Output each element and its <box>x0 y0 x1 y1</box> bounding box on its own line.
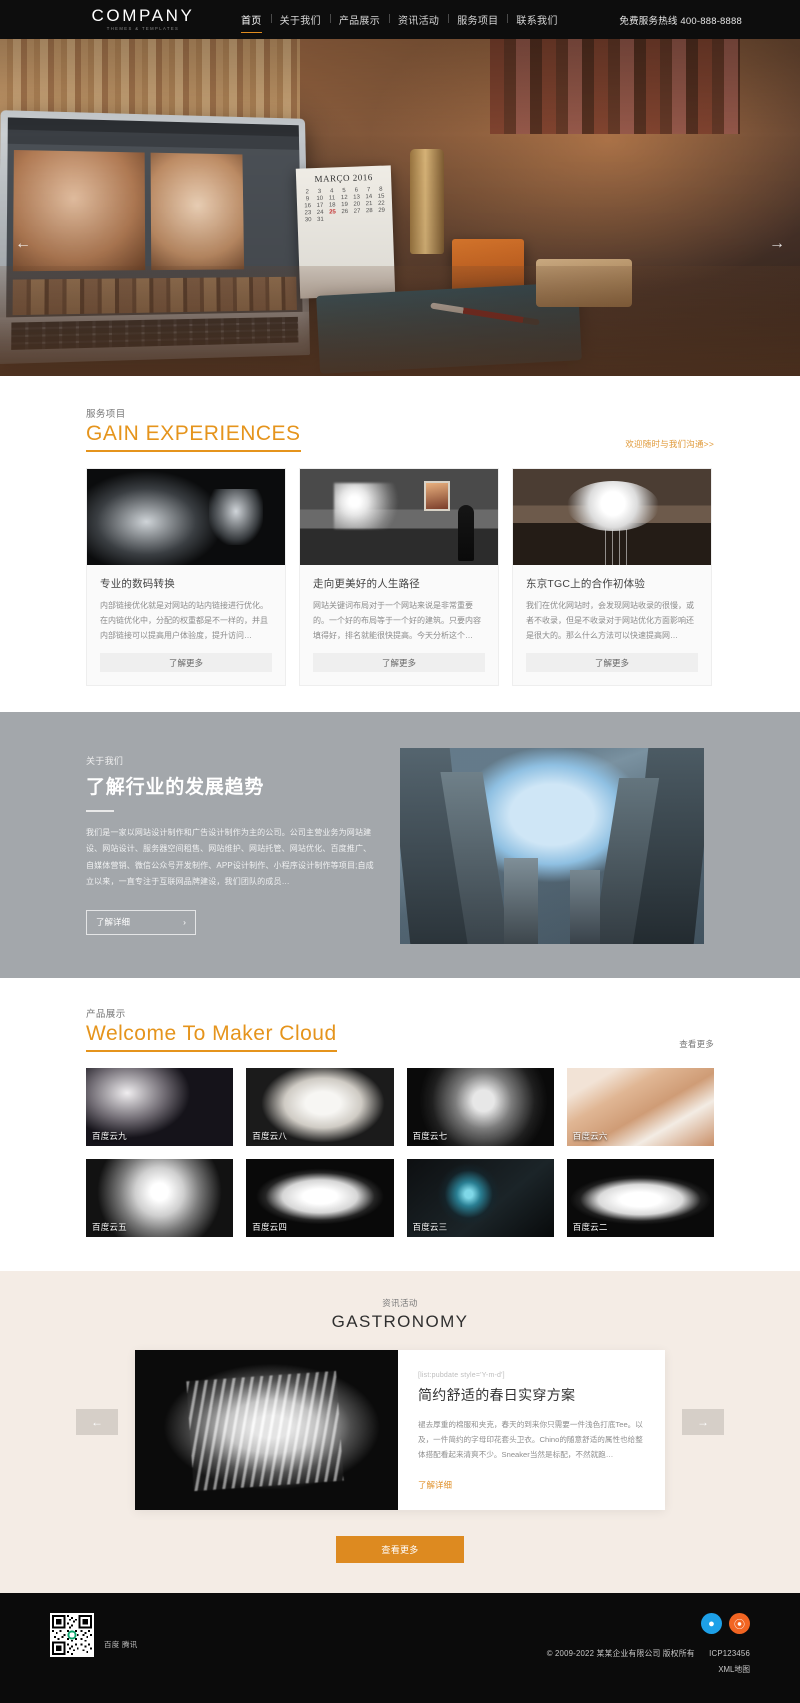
copyright-text: © 2009-2022 某某企业有限公司 版权所有 ICP123456 <box>547 1648 750 1659</box>
news-card-title: 简约舒适的春日实穿方案 <box>418 1387 576 1403</box>
product-label: 百度云四 <box>252 1222 288 1232</box>
product-label: 百度云九 <box>92 1131 127 1141</box>
service-card[interactable]: 东京TGC上的合作初体验 我们在优化网站时，会发现网站收录的很慢，或者不收录，但… <box>512 468 712 686</box>
about-detail-button[interactable]: 了解详细 › <box>86 909 196 935</box>
services-title: GAIN EXPERIENCES <box>86 422 301 452</box>
products-kicker: 产品展示 <box>86 1009 126 1020</box>
services-header: 服务项目 GAIN EXPERIENCES 欢迎随时与我们沟通>> <box>86 406 714 452</box>
service-card[interactable]: 专业的数码转换 内部链接优化就是对网站的站内链接进行优化。在内链优化中，分配的权… <box>86 468 286 686</box>
service-card-desc: 网站关键词布局对于一个网站来说是非常重要的。一个好的布局等于一个好的建筑。只要内… <box>313 601 481 640</box>
hero-banner: MARÇO 2016 23456789101112131415161718192… <box>0 39 800 376</box>
weibo-icon[interactable]: ⦿ <box>729 1613 750 1634</box>
sitemap-link[interactable]: XML地图 <box>547 1664 750 1675</box>
news-carousel: ← [list:pubdate style='Y-m-d'] 简约舒适的春日实穿… <box>0 1350 800 1510</box>
news-next-arrow-icon[interactable]: → <box>682 1409 724 1435</box>
product-item[interactable]: 百度云九 <box>86 1068 234 1146</box>
service-card-title: 东京TGC上的合作初体验 <box>526 578 646 590</box>
hero-overlay <box>0 39 800 376</box>
nav-item-contact[interactable]: 联系我们 <box>507 12 566 27</box>
about-section: 关于我们 了解行业的发展趋势 我们是一家以网站设计制作和广告设计制作为主的公司。… <box>0 712 800 978</box>
services-card-list: 专业的数码转换 内部链接优化就是对网站的站内链接进行优化。在内链优化中，分配的权… <box>86 468 714 686</box>
service-card-button[interactable]: 了解更多 <box>526 653 698 672</box>
service-card-button[interactable]: 了解更多 <box>100 653 272 672</box>
nav-item-home[interactable]: 首页 <box>232 12 271 33</box>
copyright-label: © 2009-2022 某某企业有限公司 版权所有 <box>546 1649 695 1658</box>
chevron-right-icon: › <box>183 917 186 928</box>
site-logo[interactable]: COMPANY THEMES & TEMPLATES <box>84 7 202 31</box>
services-more-link[interactable]: 欢迎随时与我们沟通>> <box>625 438 714 450</box>
hero-prev-arrow-icon[interactable]: ← <box>10 235 36 253</box>
service-card-button[interactable]: 了解更多 <box>313 653 485 672</box>
logo-subtitle: THEMES & TEMPLATES <box>106 26 180 32</box>
icp-number[interactable]: ICP123456 <box>709 1649 750 1658</box>
service-card-image <box>300 469 498 565</box>
nav-item-about[interactable]: 关于我们 <box>270 12 330 27</box>
news-section: 资讯活动 GASTRONOMY ← [list:pubdate style='Y… <box>0 1271 800 1593</box>
product-item[interactable]: 百度云六 <box>566 1068 714 1146</box>
product-item[interactable]: 百度云四 <box>246 1159 394 1237</box>
qr-caption: 百度 腾讯 <box>104 1640 138 1649</box>
news-card-more-link[interactable]: 了解详细 <box>418 1479 643 1491</box>
products-more-link[interactable]: 查看更多 <box>679 1038 714 1050</box>
service-card-image <box>87 469 285 565</box>
main-nav: 首页 关于我们 产品展示 资讯活动 服务项目 联系我们 <box>232 12 567 33</box>
about-kicker: 关于我们 <box>86 756 124 766</box>
about-image <box>400 748 704 944</box>
service-card-desc: 我们在优化网站时，会发现网站收录的很慢，或者不收录，但是不收录对于网站优化方面影… <box>526 601 694 640</box>
news-title: GASTRONOMY <box>331 1312 469 1331</box>
products-header: 产品展示 Welcome To Maker Cloud 查看更多 <box>86 1006 714 1052</box>
product-item[interactable]: 百度云八 <box>246 1068 394 1146</box>
qq-icon[interactable]: ● <box>701 1613 722 1634</box>
news-card[interactable]: [list:pubdate style='Y-m-d'] 简约舒适的春日实穿方案… <box>135 1350 665 1510</box>
news-card-date: [list:pubdate style='Y-m-d'] <box>418 1372 505 1379</box>
product-label: 百度云七 <box>412 1131 448 1141</box>
product-label: 百度云六 <box>572 1131 608 1141</box>
about-detail-button-label: 了解详细 <box>96 917 131 928</box>
about-text-column: 关于我们 了解行业的发展趋势 我们是一家以网站设计制作和广告设计制作为主的公司。… <box>86 748 376 935</box>
product-item[interactable]: 百度云五 <box>86 1159 234 1237</box>
news-kicker: 资讯活动 <box>382 1298 418 1308</box>
product-item[interactable]: 百度云二 <box>566 1159 714 1237</box>
nav-item-products[interactable]: 产品展示 <box>329 12 389 27</box>
news-header: 资讯活动 GASTRONOMY <box>0 1297 800 1332</box>
about-title: 了解行业的发展趋势 <box>86 777 265 798</box>
services-section: 服务项目 GAIN EXPERIENCES 欢迎随时与我们沟通>> 专业的数码转… <box>0 376 800 712</box>
services-kicker: 服务项目 <box>86 409 126 420</box>
product-label: 百度云二 <box>572 1222 608 1232</box>
news-view-more-button[interactable]: 查看更多 <box>336 1536 464 1563</box>
product-item[interactable]: 百度云三 <box>406 1159 554 1237</box>
social-links: ● ⦿ <box>547 1613 750 1634</box>
nav-item-news[interactable]: 资讯活动 <box>389 12 448 27</box>
product-label: 百度云八 <box>252 1131 288 1141</box>
hotline-text: 免费服务热线 400-888-8888 <box>619 15 742 27</box>
news-card-image <box>135 1350 398 1510</box>
qr-code <box>50 1613 94 1657</box>
about-paragraph: 我们是一家以网站设计制作和广告设计制作为主的公司。公司主营业务为网站建设、网站设… <box>86 828 374 887</box>
news-prev-arrow-icon[interactable]: ← <box>76 1409 118 1435</box>
service-card-desc: 内部链接优化就是对网站的站内链接进行优化。在内链优化中，分配的权重都是不一样的，… <box>100 601 268 640</box>
product-grid: 百度云九 百度云八 百度云七 百度云六 百度云五 百度云四 百度云三 百度云二 <box>86 1068 714 1237</box>
logo-title: COMPANY <box>91 6 195 26</box>
product-label: 百度云三 <box>412 1222 448 1232</box>
site-header: COMPANY THEMES & TEMPLATES 首页 关于我们 产品展示 … <box>0 0 800 39</box>
service-card-title: 走向更美好的人生路径 <box>313 578 420 590</box>
service-card-image <box>513 469 711 565</box>
product-item[interactable]: 百度云七 <box>406 1068 554 1146</box>
about-divider <box>86 810 114 812</box>
news-card-text: 褪去厚重的棉服和夹克，春天的到来你只需要一件浅色打底Tee。以及，一件简约的字母… <box>418 1420 643 1460</box>
products-title: Welcome To Maker Cloud <box>86 1022 337 1052</box>
product-label: 百度云五 <box>92 1222 127 1232</box>
nav-item-services[interactable]: 服务项目 <box>448 12 507 27</box>
service-card[interactable]: 走向更美好的人生路径 网站关键词布局对于一个网站来说是非常重要的。一个好的布局等… <box>299 468 499 686</box>
products-section: 产品展示 Welcome To Maker Cloud 查看更多 百度云九 百度… <box>0 978 800 1271</box>
hero-next-arrow-icon[interactable]: → <box>764 235 790 253</box>
service-card-title: 专业的数码转换 <box>100 578 175 590</box>
site-footer: 百度 腾讯 ● ⦿ © 2009-2022 某某企业有限公司 版权所有 ICP1… <box>0 1593 800 1703</box>
qr-code-image <box>52 1615 92 1655</box>
